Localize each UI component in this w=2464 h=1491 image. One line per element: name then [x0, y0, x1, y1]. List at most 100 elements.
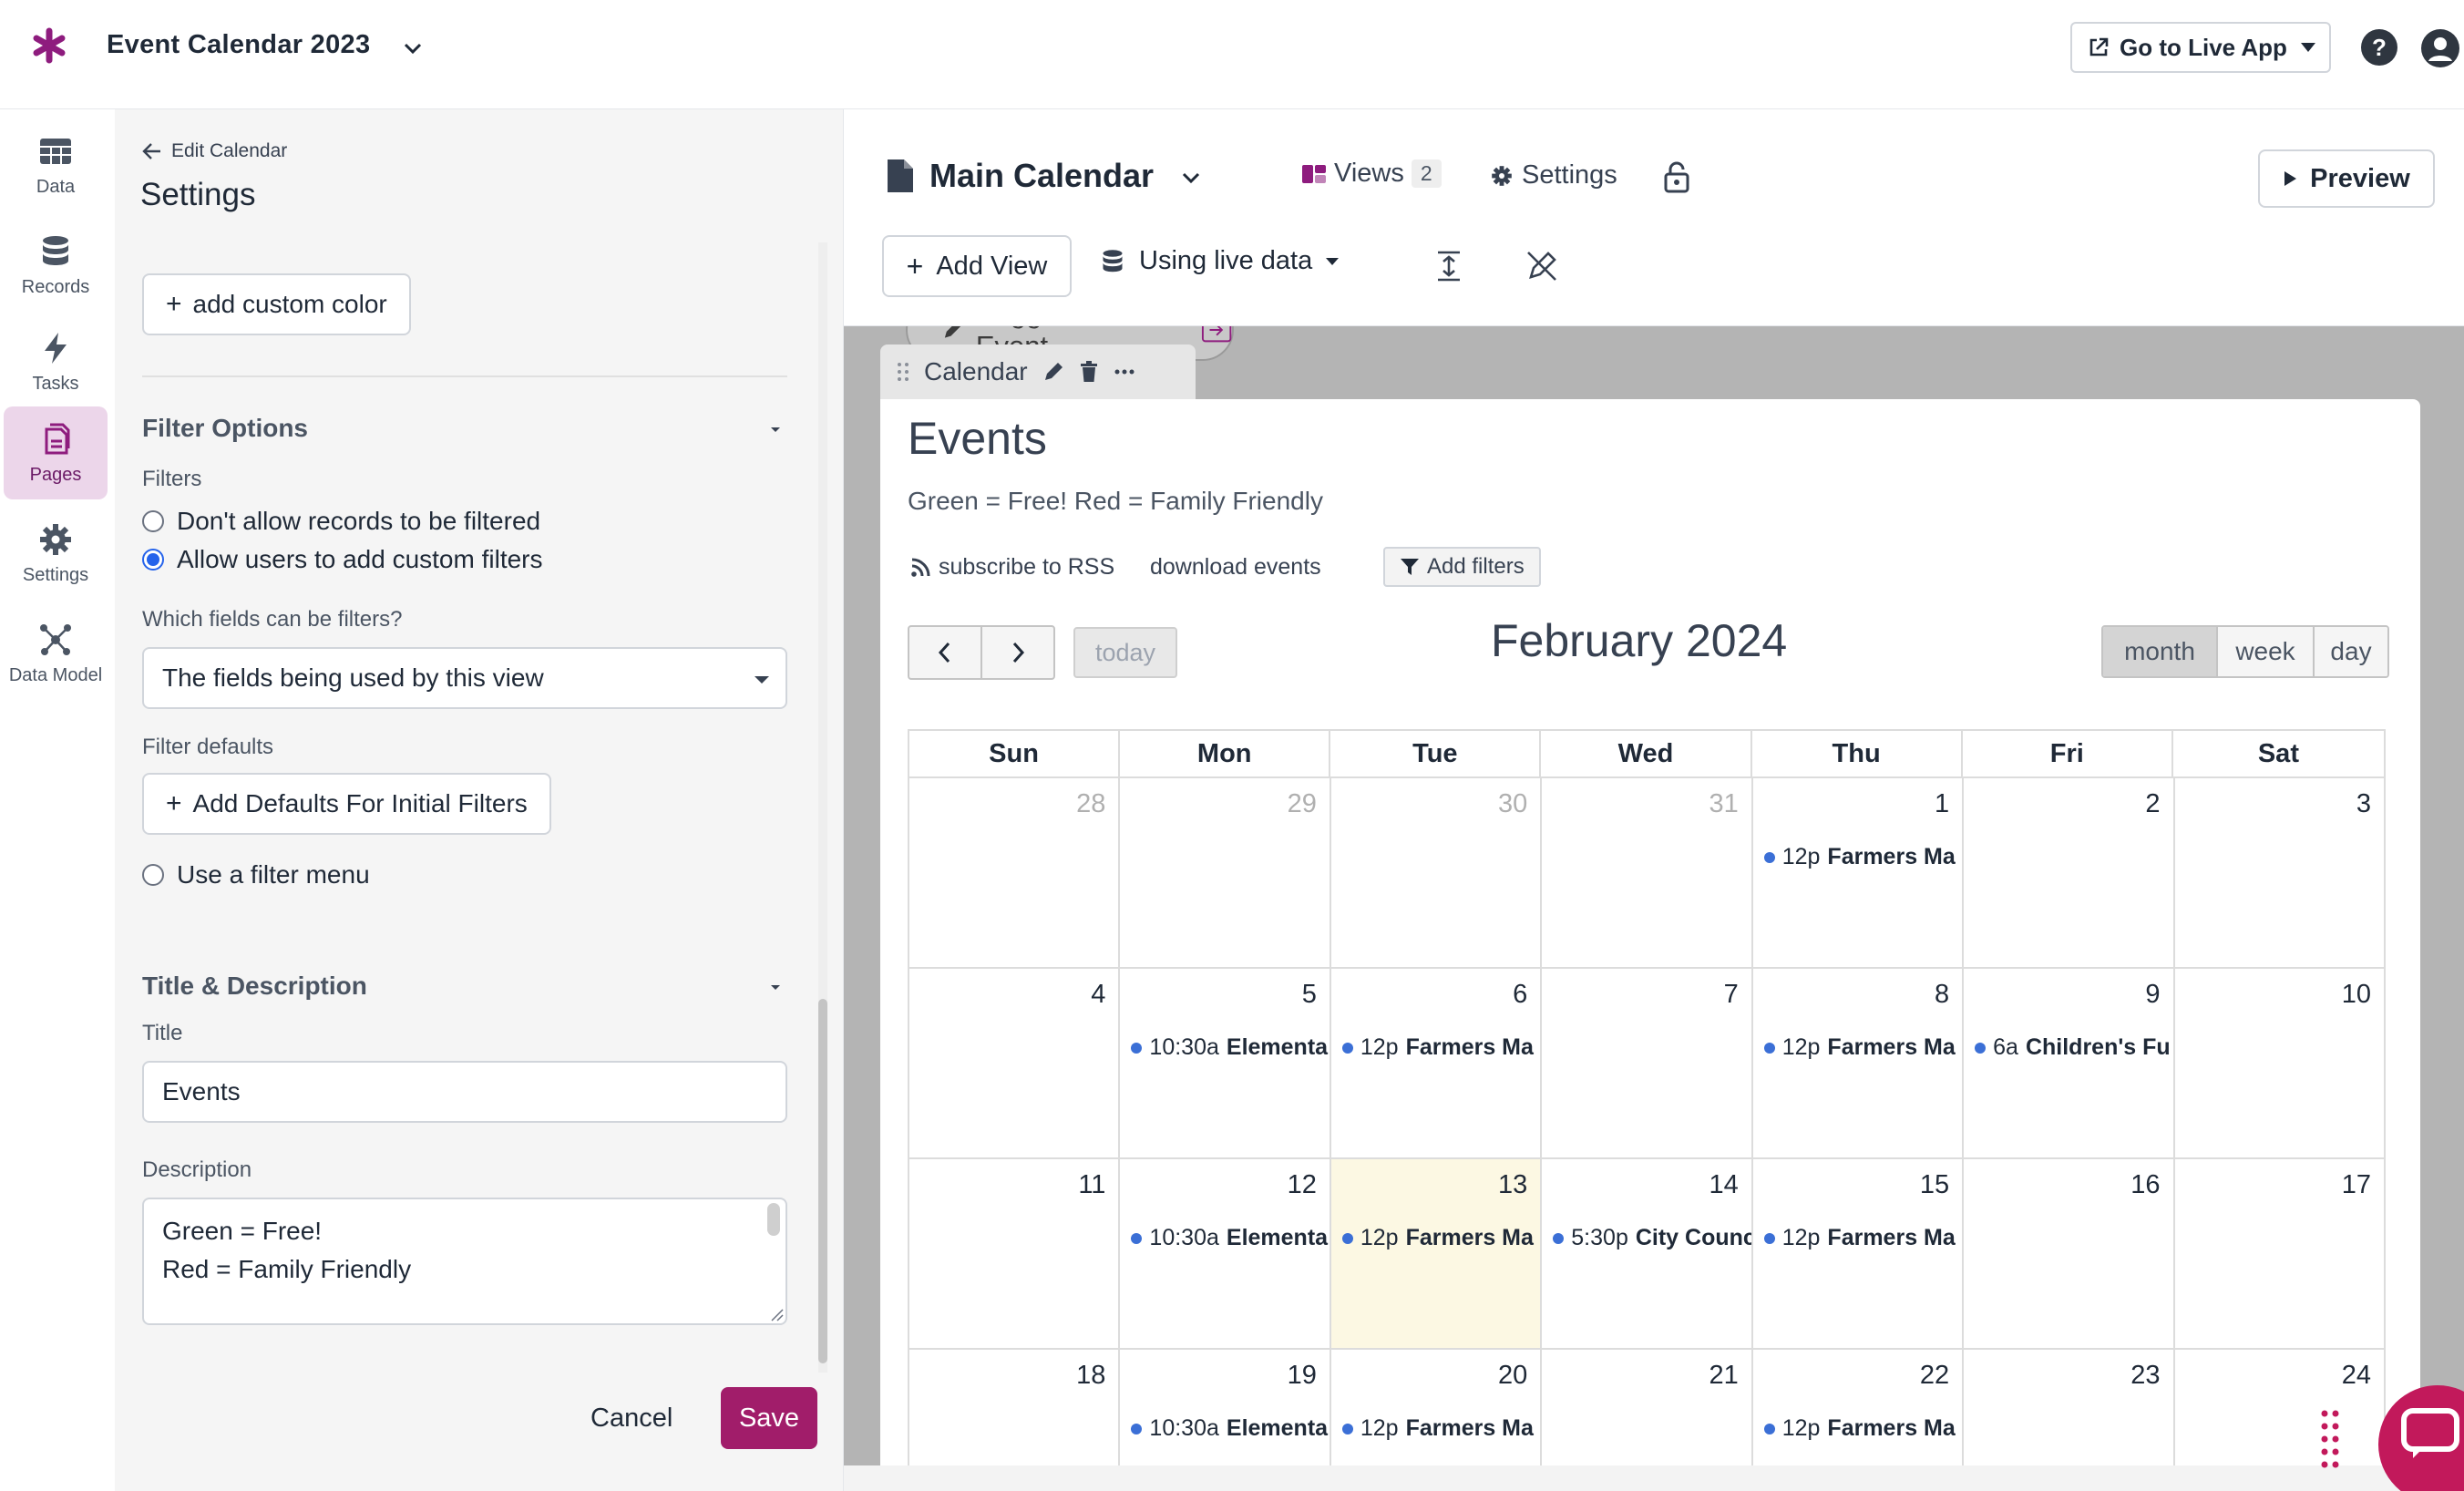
calendar-day-today[interactable]: 13 12p Farmers Ma [1330, 1159, 1543, 1348]
chevron-down-icon[interactable] [1177, 164, 1205, 191]
add-filters-button[interactable]: Add filters [1383, 547, 1541, 587]
drag-grip-icon[interactable] [2320, 1409, 2340, 1469]
filter-options-heading[interactable]: Filter Options [142, 414, 308, 443]
calendar-day[interactable]: 22 12p Farmers Ma [1753, 1350, 1965, 1465]
download-events-link[interactable]: download events [1150, 554, 1321, 581]
radio-filter-menu[interactable]: Use a filter menu [142, 860, 370, 889]
day-mode-button[interactable]: day [2315, 627, 2387, 676]
next-month-button[interactable] [982, 627, 1053, 678]
radio-button[interactable] [142, 864, 164, 886]
radio-button[interactable] [142, 510, 164, 532]
calendar-day[interactable]: 16 [1964, 1159, 2175, 1348]
calendar-day[interactable]: 29 [1120, 778, 1331, 967]
calendar-day[interactable]: 23 [1964, 1350, 2175, 1465]
title-input[interactable]: Events [142, 1061, 787, 1123]
calendar-day[interactable]: 2 [1964, 778, 2175, 967]
go-to-live-app-button[interactable]: Go to Live App [2070, 22, 2289, 73]
lock-icon[interactable] [1662, 160, 1691, 193]
calendar-day[interactable]: 21 [1542, 1350, 1753, 1465]
views-link[interactable]: Views 2 [1301, 159, 1442, 189]
more-icon[interactable] [1114, 368, 1135, 375]
nav-item-settings[interactable]: Settings [4, 507, 108, 600]
description-textarea[interactable]: Green = Free! Red = Family Friendly [142, 1198, 787, 1325]
radio-no-filter[interactable]: Don't allow records to be filtered [142, 507, 540, 536]
prev-month-button[interactable] [909, 627, 982, 678]
calendar-day[interactable]: 24 [2175, 1350, 2386, 1465]
calendar-event[interactable]: 12p Farmers Ma [1341, 1034, 1540, 1061]
panel-scrollbar-thumb[interactable] [818, 999, 827, 1363]
page-settings-link[interactable]: Settings [1491, 160, 1617, 190]
expand-vertical-icon[interactable] [1431, 248, 1467, 284]
calendar-event[interactable]: 10:30a Elementa [1131, 1415, 1329, 1442]
radio-button-checked[interactable] [142, 549, 164, 571]
edit-off-icon[interactable] [1524, 248, 1560, 284]
back-to-edit-calendar-link[interactable]: Edit Calendar [142, 140, 287, 162]
nav-item-tasks[interactable]: Tasks [4, 315, 108, 408]
calendar-day[interactable]: 15 12p Farmers Ma [1753, 1159, 1965, 1348]
page-name[interactable]: Main Calendar [929, 157, 1154, 195]
calendar-day[interactable]: 31 [1542, 778, 1753, 967]
filter-fields-select[interactable]: The fields being used by this view [142, 647, 787, 709]
calendar-day[interactable]: 5 10:30a Elementa [1120, 969, 1331, 1157]
calendar-day[interactable]: 20 12p Farmers Ma [1331, 1350, 1543, 1465]
nav-item-records[interactable]: Records [4, 219, 108, 312]
add-default-filters-button[interactable]: + Add Defaults For Initial Filters [142, 773, 551, 835]
calendar-day[interactable]: 1 12p Farmers Ma [1753, 778, 1965, 967]
live-app-dropdown-button[interactable] [2287, 22, 2331, 73]
calendar-day[interactable]: 28 [909, 778, 1121, 967]
week-mode-button[interactable]: week [2218, 627, 2315, 676]
calendar-day[interactable]: 19 10:30a Elementa [1120, 1350, 1331, 1465]
calendar-day[interactable]: 30 [1331, 778, 1543, 967]
calendar-day[interactable]: 11 [909, 1159, 1121, 1348]
calendar-event[interactable]: 5:30p City Counc [1553, 1225, 1751, 1251]
collapse-caret-icon[interactable] [767, 979, 784, 995]
nav-item-data-model[interactable]: Data Model [4, 607, 108, 700]
calendar-day[interactable]: 8 12p Farmers Ma [1753, 969, 1965, 1157]
calendar-day[interactable]: 4 [909, 969, 1121, 1157]
calendar-event[interactable]: 12p Farmers Ma [1341, 1415, 1540, 1442]
help-icon[interactable]: ? [2360, 28, 2398, 67]
calendar-day[interactable]: 12 10:30a Elementa [1120, 1159, 1331, 1348]
nav-item-data[interactable]: Data [4, 118, 108, 211]
nav-item-pages[interactable]: Pages [4, 406, 108, 499]
calendar-day[interactable]: 17 [2175, 1159, 2386, 1348]
subscribe-rss-link[interactable]: subscribe to RSS [909, 554, 1114, 581]
calendar-event[interactable]: 10:30a Elementa [1131, 1034, 1329, 1061]
app-logo-icon[interactable] [31, 27, 67, 64]
app-title[interactable]: Event Calendar 2023 [107, 30, 370, 60]
today-button[interactable]: today [1073, 627, 1177, 678]
calendar-event[interactable]: 12p Farmers Ma [1763, 1034, 1962, 1061]
calendar-event[interactable]: 12p Farmers Ma [1341, 1225, 1540, 1251]
calendar-event[interactable]: 12p Farmers Ma [1763, 844, 1962, 870]
drag-handle-icon[interactable] [897, 361, 909, 383]
calendar-event[interactable]: 12p Farmers Ma [1763, 1415, 1962, 1442]
calendar-day[interactable]: 6 12p Farmers Ma [1331, 969, 1543, 1157]
calendar-event[interactable]: 12p Farmers Ma [1763, 1225, 1962, 1251]
chevron-down-icon[interactable] [399, 35, 426, 62]
title-description-heading[interactable]: Title & Description [142, 972, 367, 1001]
calendar-event[interactable]: 6a Children's Fu [1975, 1034, 2172, 1061]
calendar-day[interactable]: 3 [2175, 778, 2386, 967]
calendar-view-tab[interactable]: Calendar [880, 344, 1196, 399]
collapse-caret-icon[interactable] [767, 421, 784, 437]
account-icon[interactable] [2420, 28, 2460, 68]
trash-icon[interactable] [1079, 361, 1099, 383]
radio-custom-filters[interactable]: Allow users to add custom filters [142, 545, 543, 574]
calendar-day[interactable]: 7 [1542, 969, 1753, 1157]
calendar-day[interactable]: 9 6a Children's Fu [1964, 969, 2175, 1157]
pencil-icon[interactable] [1042, 361, 1064, 383]
calendar-event[interactable]: 10:30a Elementa [1131, 1225, 1329, 1251]
month-mode-button[interactable]: month [2103, 627, 2218, 676]
calendar-day[interactable]: 14 5:30p City Counc [1542, 1159, 1753, 1348]
panel-scrollbar[interactable] [818, 242, 827, 1373]
textarea-scrollbar[interactable] [767, 1203, 780, 1236]
calendar-day[interactable]: 10 [2175, 969, 2386, 1157]
add-view-button[interactable]: + Add View [882, 235, 1072, 297]
add-custom-color-button[interactable]: + add custom color [142, 273, 411, 335]
data-source-dropdown[interactable]: Using live data [1099, 246, 1340, 276]
preview-button[interactable]: Preview [2258, 149, 2435, 208]
save-button[interactable]: Save [721, 1387, 817, 1449]
resize-handle-icon[interactable] [769, 1307, 784, 1321]
cancel-button[interactable]: Cancel [590, 1404, 672, 1434]
calendar-day[interactable]: 18 [909, 1350, 1121, 1465]
